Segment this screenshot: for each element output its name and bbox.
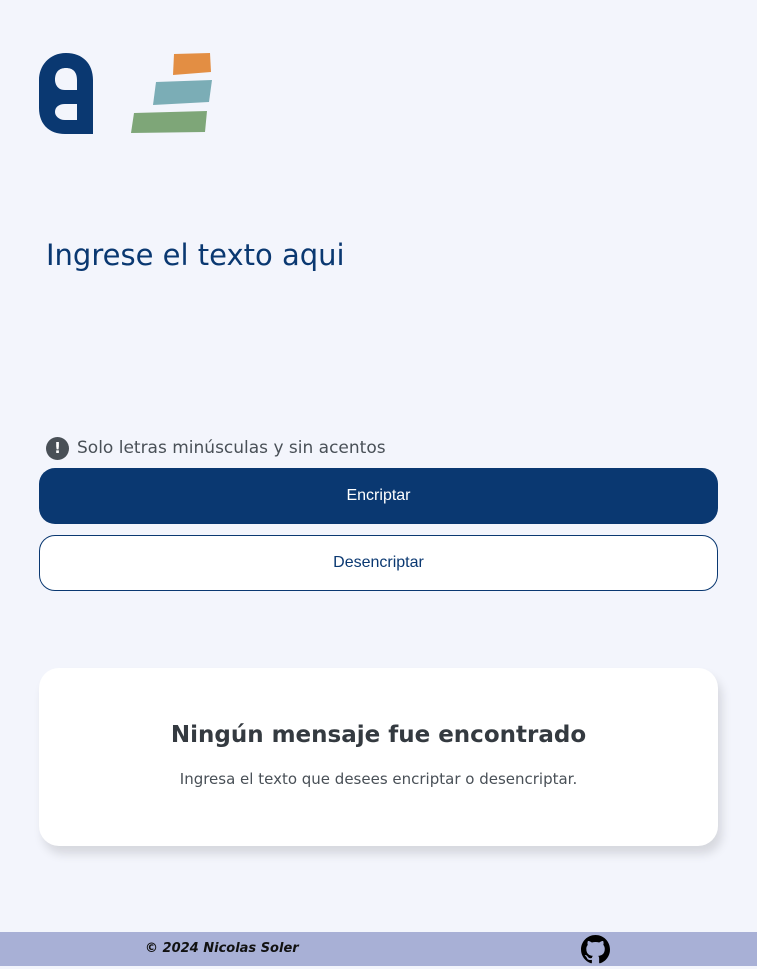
github-icon: [581, 935, 610, 964]
decrypt-button[interactable]: Desencriptar: [39, 535, 718, 591]
result-description: Ingresa el texto que desees encriptar o …: [179, 770, 578, 788]
github-link[interactable]: [581, 935, 610, 964]
copyright-text: © 2024 Nicolas Soler: [145, 941, 299, 956]
input-hint: ! Solo letras minúsculas y sin acentos: [46, 436, 386, 460]
text-input[interactable]: [46, 238, 706, 398]
result-panel: Ningún mensaje fue encontrado Ingresa el…: [39, 668, 718, 846]
encrypt-button[interactable]: Encriptar: [39, 468, 718, 524]
alura-logo: [37, 50, 217, 140]
hint-text: Solo letras minúsculas y sin acentos: [77, 438, 386, 458]
result-title: Ningún mensaje fue encontrado: [170, 722, 587, 748]
footer: © 2024 Nicolas Soler: [0, 932, 757, 966]
exclamation-circle-icon: !: [46, 436, 69, 460]
